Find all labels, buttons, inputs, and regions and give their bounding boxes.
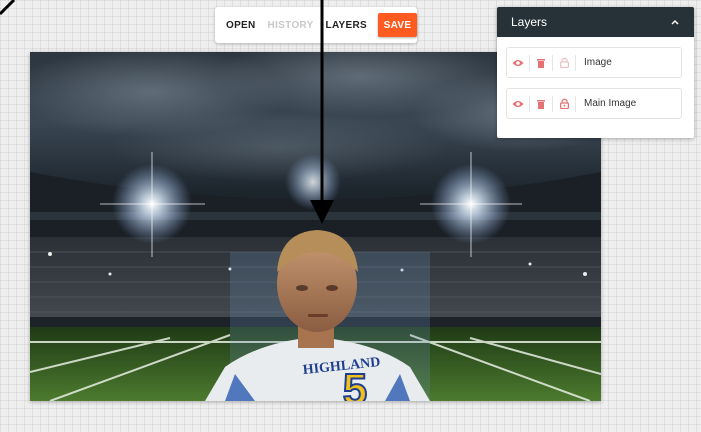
eye-icon[interactable] <box>507 89 529 118</box>
layer-name: Image <box>584 57 612 68</box>
layers-panel-header[interactable]: Layers <box>497 7 694 37</box>
arrow-line-corner <box>0 0 16 16</box>
divider <box>575 54 576 71</box>
save-button[interactable]: SAVE <box>378 13 417 37</box>
layer-name: Main Image <box>584 98 637 109</box>
trash-icon[interactable] <box>530 89 552 118</box>
layers-button[interactable]: LAYERS <box>326 20 367 31</box>
layers-panel-title: Layers <box>511 15 548 29</box>
chevron-up-icon[interactable] <box>670 17 680 27</box>
history-button[interactable]: HISTORY <box>268 20 314 31</box>
layer-row-main-image[interactable]: Main Image <box>506 88 682 119</box>
divider <box>575 95 576 112</box>
jersey-number: 5 <box>343 365 367 401</box>
lock-icon[interactable] <box>553 48 575 77</box>
open-button[interactable]: OPEN <box>226 20 256 31</box>
trash-icon[interactable] <box>530 48 552 77</box>
lock-icon[interactable] <box>553 89 575 118</box>
editor-toolbar: OPEN HISTORY LAYERS SAVE <box>215 7 417 43</box>
layer-row-image[interactable]: Image <box>506 47 682 78</box>
eye-icon[interactable] <box>507 48 529 77</box>
layers-panel: Layers Image Main Image <box>497 7 694 138</box>
